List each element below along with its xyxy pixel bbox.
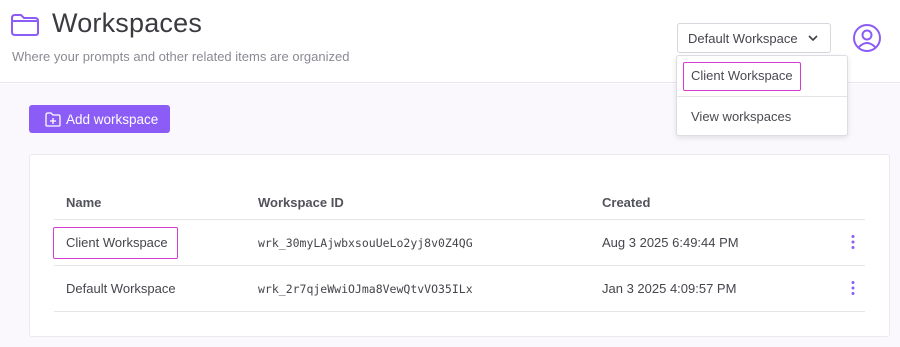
workspaces-table: Name Workspace ID Created Client Workspa… (29, 154, 890, 337)
column-header-created: Created (602, 195, 651, 210)
add-workspace-label: Add workspace (66, 111, 159, 127)
workspace-id: wrk_30myLAjwbxsouUeLo2yj8v0Z4QG (258, 236, 473, 250)
folder-icon (11, 14, 39, 36)
row-divider (54, 311, 865, 312)
page-title: Workspaces (52, 8, 203, 38)
workspace-dropdown-menu: Client Workspace View workspaces (676, 55, 848, 136)
kebab-menu-icon[interactable] (850, 280, 856, 296)
workspace-created: Jan 3 2025 4:09:57 PM (602, 281, 737, 296)
column-header-workspace-id: Workspace ID (258, 195, 344, 210)
add-workspace-button[interactable]: Add workspace (29, 105, 170, 133)
column-header-name: Name (66, 195, 102, 210)
workspace-select[interactable]: Default Workspace (677, 23, 831, 53)
folder-plus-icon (45, 111, 61, 127)
chevron-down-icon (808, 35, 818, 42)
workspace-id: wrk_2r7qjeWwiOJma8VewQtvVO35ILx (258, 282, 473, 296)
user-avatar-icon[interactable] (852, 23, 882, 53)
table-row[interactable]: Default Workspace wrk_2r7qjeWwiOJma8VewQ… (54, 266, 865, 312)
dropdown-item-view-workspaces[interactable]: View workspaces (677, 97, 847, 137)
workspace-created: Aug 3 2025 6:49:44 PM (602, 235, 739, 250)
kebab-menu-icon[interactable] (850, 234, 856, 250)
table-row[interactable]: Client Workspace wrk_30myLAjwbxsouUeLo2y… (53, 220, 865, 266)
workspace-select-value: Default Workspace (688, 30, 798, 46)
highlight-box (683, 62, 801, 91)
dropdown-item-client-workspace[interactable]: Client Workspace (677, 56, 847, 96)
page-subtitle: Where your prompts and other related ite… (12, 49, 350, 64)
dropdown-item-label: View workspaces (691, 109, 792, 124)
workspace-name: Default Workspace (66, 281, 176, 296)
workspace-name: Client Workspace (66, 235, 168, 250)
